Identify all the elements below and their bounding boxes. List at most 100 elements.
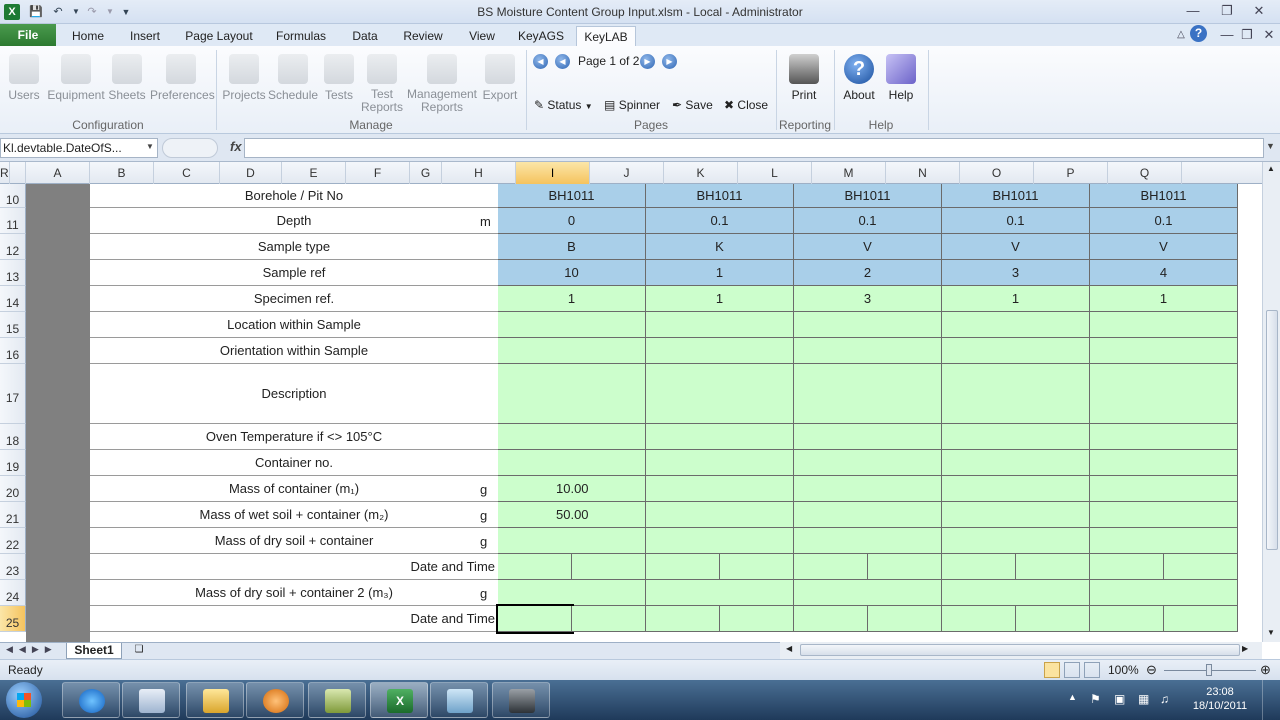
column-header-n[interactable]: N (886, 162, 960, 184)
start-button[interactable] (6, 682, 42, 718)
date-cell[interactable] (942, 554, 1016, 580)
row-header[interactable]: 21 (0, 502, 26, 528)
column-header-j[interactable]: J (590, 162, 664, 184)
test-reports-button[interactable]: Test Reports (358, 54, 406, 114)
taskbar-media-player[interactable] (246, 682, 304, 718)
data-cell[interactable]: V (942, 234, 1090, 260)
sheets-button[interactable]: Sheets (108, 54, 146, 102)
data-cell[interactable] (794, 580, 942, 606)
data-cell[interactable]: K (646, 234, 794, 260)
data-cell[interactable] (794, 364, 942, 424)
scroll-down-icon[interactable]: ▼ (1267, 628, 1275, 637)
tab-file[interactable]: File (0, 24, 56, 46)
about-button[interactable]: ? About (840, 54, 878, 102)
row-header[interactable]: 19 (0, 450, 26, 476)
insert-sheet-icon[interactable]: ❏ (130, 644, 148, 658)
data-cell[interactable]: 0.1 (646, 208, 794, 234)
last-page-icon[interactable]: ▶ (662, 54, 677, 69)
data-cell[interactable]: 2 (794, 260, 942, 286)
data-cell[interactable] (1090, 528, 1238, 554)
data-cell[interactable] (498, 580, 646, 606)
next-page-icon[interactable]: ▶ (640, 54, 655, 69)
data-cell[interactable] (942, 502, 1090, 528)
data-cell[interactable] (1090, 338, 1238, 364)
previous-page-icon[interactable]: ◀ (555, 54, 570, 69)
data-cell[interactable] (942, 312, 1090, 338)
data-cell[interactable] (498, 450, 646, 476)
data-cell[interactable] (942, 450, 1090, 476)
data-cell[interactable]: BH1011 (646, 184, 794, 208)
data-cell[interactable] (794, 338, 942, 364)
close-button[interactable]: ✕ (1246, 2, 1272, 20)
data-cell[interactable] (1090, 450, 1238, 476)
data-cell[interactable] (646, 364, 794, 424)
minimize-button[interactable]: — (1180, 2, 1206, 20)
data-cell[interactable]: V (794, 234, 942, 260)
data-cell[interactable]: 10 (498, 260, 646, 286)
show-hidden-icons[interactable]: ▲ (1068, 692, 1077, 702)
zoom-slider-thumb[interactable] (1206, 664, 1212, 676)
date-cell[interactable] (646, 554, 720, 580)
data-cell[interactable] (794, 312, 942, 338)
zoom-in-icon[interactable]: ⊕ (1260, 662, 1271, 678)
time-cell[interactable] (1016, 606, 1090, 632)
time-cell[interactable] (868, 554, 942, 580)
volume-icon[interactable]: ♫ (1160, 692, 1169, 706)
time-cell[interactable] (572, 554, 646, 580)
taskbar-keyags[interactable] (122, 682, 180, 718)
column-header-l[interactable]: L (738, 162, 812, 184)
tests-button[interactable]: Tests (322, 54, 356, 102)
data-cell[interactable]: 0.1 (942, 208, 1090, 234)
taskbar-explorer[interactable] (186, 682, 244, 718)
data-cell[interactable] (942, 338, 1090, 364)
show-desktop-button[interactable] (1262, 680, 1280, 720)
scroll-right-icon[interactable]: ▶ (1242, 644, 1248, 653)
tab-data[interactable]: Data (342, 26, 388, 46)
tab-page-layout[interactable]: Page Layout (178, 26, 260, 46)
projects-button[interactable]: Projects (222, 54, 266, 102)
data-cell[interactable]: 4 (1090, 260, 1238, 286)
column-header-c[interactable]: C (154, 162, 220, 184)
data-cell[interactable] (942, 364, 1090, 424)
data-cell[interactable] (498, 528, 646, 554)
equipment-button[interactable]: Equipment (46, 54, 106, 102)
data-cell[interactable] (942, 476, 1090, 502)
horizontal-scrollbar[interactable]: ◀ ▶ (780, 642, 1262, 659)
users-button[interactable]: Users (6, 54, 42, 102)
row-header[interactable]: 10 (0, 184, 26, 208)
column-header-k[interactable]: K (664, 162, 738, 184)
data-cell[interactable] (1090, 580, 1238, 606)
data-cell[interactable] (942, 424, 1090, 450)
row-header[interactable]: 23 (0, 554, 26, 580)
data-cell[interactable] (942, 580, 1090, 606)
data-cell[interactable]: 10.00 (498, 476, 646, 502)
data-cell[interactable]: 1 (1090, 286, 1238, 312)
column-header-g[interactable]: G (410, 162, 442, 184)
row-header[interactable]: 13 (0, 260, 26, 286)
data-cell[interactable]: 3 (794, 286, 942, 312)
data-cell[interactable] (498, 312, 646, 338)
data-cell[interactable]: 1 (646, 260, 794, 286)
data-cell[interactable]: 1 (498, 286, 646, 312)
data-cell[interactable] (1090, 364, 1238, 424)
date-cell[interactable] (942, 606, 1016, 632)
device-icon[interactable]: ▣ (1114, 692, 1125, 706)
column-header-d[interactable]: D (220, 162, 282, 184)
time-cell[interactable] (868, 606, 942, 632)
date-cell[interactable] (1090, 554, 1164, 580)
name-box[interactable]: Kl.devtable.DateOfS... (0, 138, 158, 158)
row-header[interactable]: 18 (0, 424, 26, 450)
data-cell[interactable] (646, 338, 794, 364)
data-cell[interactable]: 1 (942, 286, 1090, 312)
status-button[interactable]: ✎ Status ▼ (534, 96, 593, 114)
time-cell[interactable] (720, 554, 794, 580)
row-header[interactable]: 11 (0, 208, 26, 234)
row-header[interactable]: 12 (0, 234, 26, 260)
clock[interactable]: 23:08 18/10/2011 (1190, 685, 1250, 713)
row-header[interactable]: 20 (0, 476, 26, 502)
taskbar-excel[interactable]: X (370, 682, 428, 718)
date-cell[interactable] (496, 604, 574, 634)
column-header-o[interactable]: O (960, 162, 1034, 184)
column-header-a[interactable]: A (26, 162, 90, 184)
row-header[interactable]: 24 (0, 580, 26, 606)
